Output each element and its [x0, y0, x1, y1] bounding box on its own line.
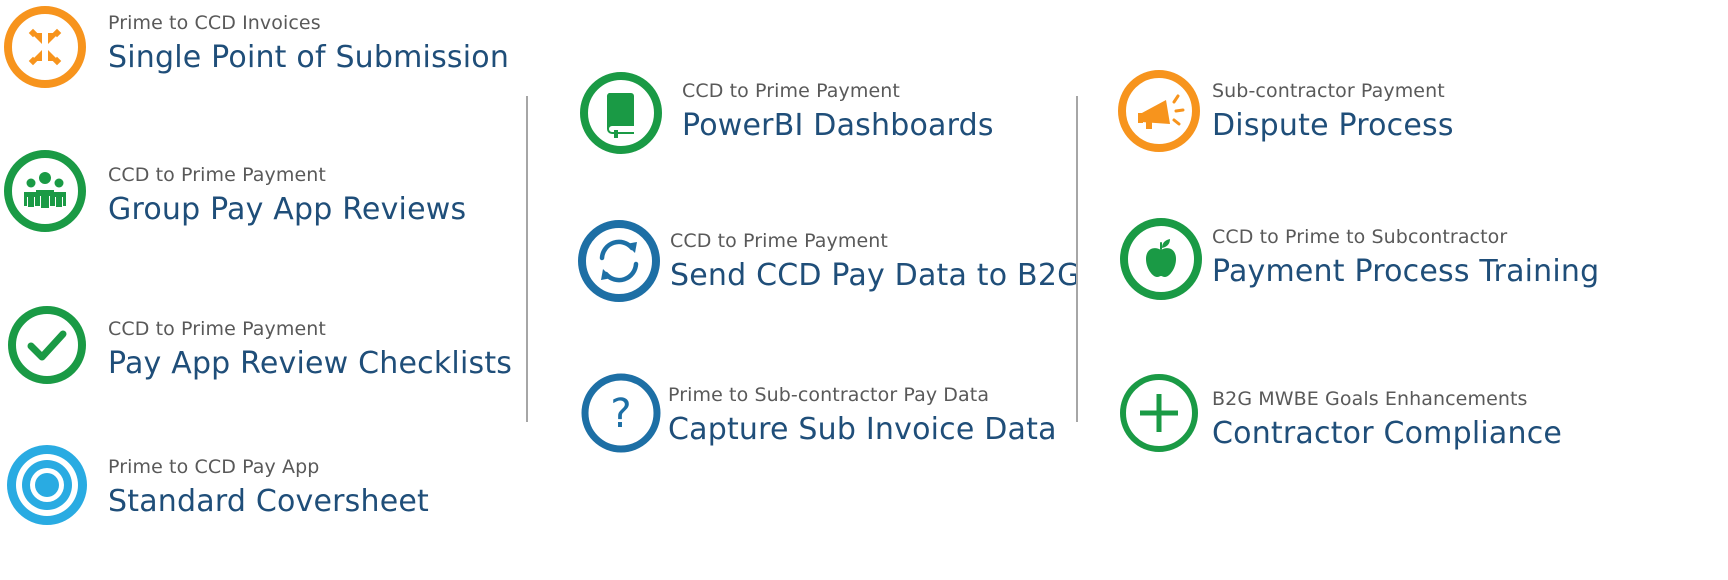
column-divider: [1076, 96, 1078, 422]
item-title: Single Point of Submission: [108, 40, 510, 75]
item-subtitle: B2G MWBE Goals Enhancements: [1212, 388, 1528, 410]
item-title: Capture Sub Invoice Data: [668, 412, 1057, 447]
book-icon: [576, 68, 666, 158]
item-subtitle: CCD to Prime to Subcontractor: [1212, 226, 1508, 248]
item-title: Standard Coversheet: [108, 484, 429, 519]
item-subtitle: Sub-contractor Payment: [1212, 80, 1445, 102]
sync-icon: [574, 216, 664, 306]
item-subtitle: Prime to Sub-contractor Pay Data: [668, 384, 990, 406]
checkmark-icon: [2, 300, 92, 390]
item-title: PowerBI Dashboards: [682, 108, 994, 143]
question-icon: ?: [576, 368, 666, 458]
item-title: Group Pay App Reviews: [108, 192, 467, 227]
arrows-inward-icon: [0, 2, 90, 92]
item-title: Contractor Compliance: [1212, 416, 1563, 451]
item-subtitle: CCD to Prime Payment: [682, 80, 900, 102]
item-subtitle: CCD to Prime Payment: [108, 164, 326, 186]
item-subtitle: Prime to CCD Pay App: [108, 456, 320, 478]
target-icon: [2, 440, 92, 530]
item-title: Pay App Review Checklists: [108, 346, 513, 381]
item-title: Send CCD Pay Data to B2G: [670, 258, 1081, 293]
svg-text:?: ?: [610, 391, 631, 437]
megaphone-icon: [1114, 66, 1204, 156]
people-group-icon: [0, 146, 90, 236]
item-subtitle: CCD to Prime Payment: [670, 230, 888, 252]
item-subtitle: Prime to CCD Invoices: [108, 12, 321, 34]
apple-icon: [1116, 214, 1206, 304]
item-title: Dispute Process: [1212, 108, 1454, 143]
column-divider: [526, 96, 528, 422]
plus-icon: [1114, 368, 1204, 458]
item-title: Payment Process Training: [1212, 254, 1600, 289]
item-subtitle: CCD to Prime Payment: [108, 318, 326, 340]
